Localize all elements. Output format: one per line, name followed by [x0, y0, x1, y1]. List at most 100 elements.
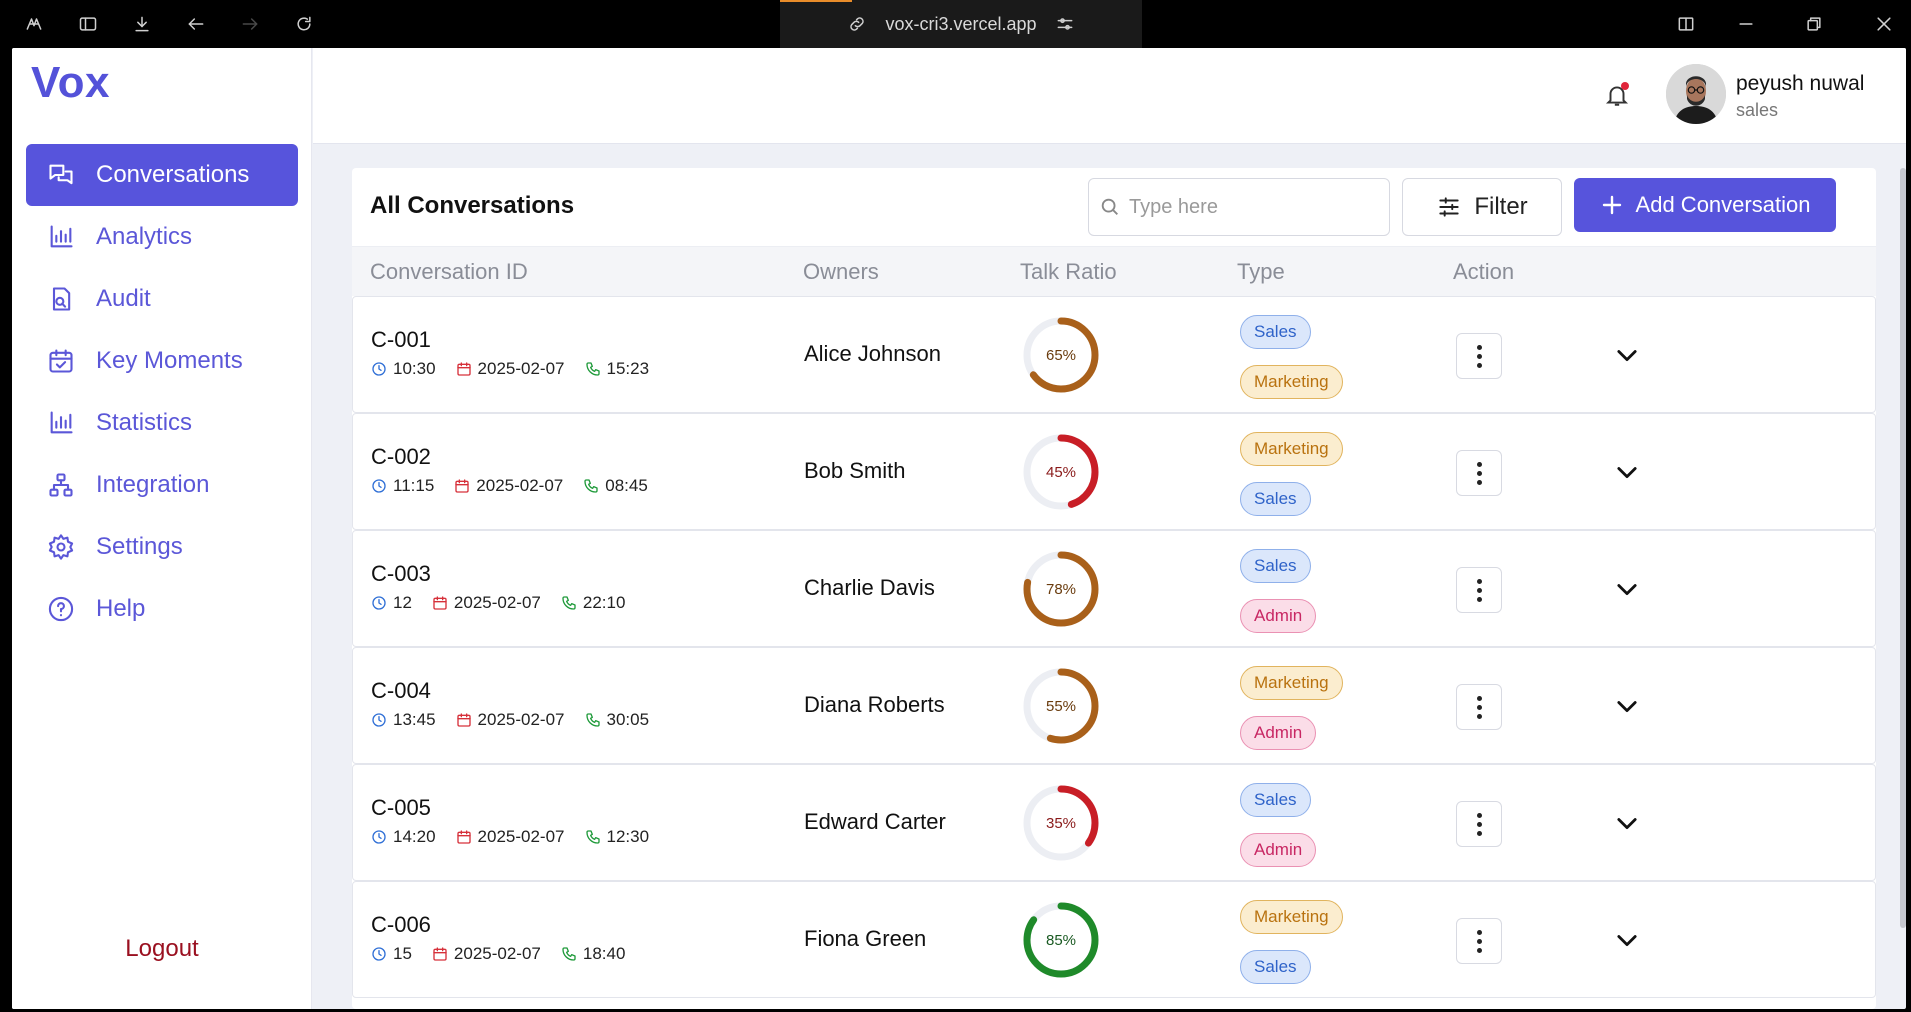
forward-icon[interactable] [238, 12, 262, 36]
filter-button[interactable]: Filter [1402, 178, 1562, 236]
talk-ratio-ring: 78% [1021, 549, 1101, 629]
sidebar-item-statistics[interactable]: Statistics [26, 392, 298, 454]
user-role: sales [1736, 100, 1779, 120]
sidebar-toggle-icon[interactable] [76, 12, 100, 36]
chevron-down-icon [1617, 935, 1637, 947]
search-input[interactable] [1129, 195, 1379, 219]
date-item: 2025-02-07 [454, 476, 563, 496]
column-header-talk-ratio[interactable]: Talk Ratio [1020, 259, 1117, 285]
calendar-icon [456, 830, 471, 844]
expand-row-button[interactable] [1613, 458, 1641, 486]
add-conversation-button[interactable]: Add Conversation [1574, 178, 1836, 232]
restore-icon[interactable] [1802, 12, 1826, 36]
sidebar-item-integration[interactable]: Integration [26, 454, 298, 516]
type-tag-sales: Sales [1240, 549, 1311, 583]
search-box[interactable] [1088, 178, 1390, 236]
conversation-id: C-003 [371, 561, 431, 586]
link-icon [847, 14, 867, 34]
more-vertical-icon [1476, 343, 1482, 370]
sidebar-item-settings[interactable]: Settings [26, 516, 298, 578]
bar-chart-icon [46, 222, 76, 252]
row-menu-button[interactable] [1456, 918, 1502, 964]
column-header-action: Action [1453, 259, 1515, 284]
scrollbar[interactable] [1900, 168, 1906, 928]
table-row[interactable]: C-001 10:30 2025-02-07 15:23 Alice Johns… [352, 296, 1876, 413]
sidebar-item-audit[interactable]: Audit [26, 268, 298, 330]
column-header-owners[interactable]: Owners [803, 259, 879, 285]
talk-ratio-value: 45% [1045, 463, 1077, 481]
sidebar-item-label: Conversations [96, 161, 250, 188]
conversation-meta: 10:30 2025-02-07 15:23 [371, 359, 669, 379]
clock-icon [372, 713, 386, 727]
conversation-date: 2025-02-07 [476, 476, 564, 495]
row-menu-button[interactable] [1456, 684, 1502, 730]
app-logo[interactable]: Vox [31, 58, 110, 108]
type-tags: Sales Admin [1240, 549, 1317, 649]
site-settings-icon[interactable] [1055, 14, 1075, 34]
talk-ratio-value: 78% [1045, 580, 1077, 598]
date-item: 2025-02-07 [456, 827, 565, 847]
row-menu-button[interactable] [1456, 450, 1502, 496]
split-view-icon[interactable] [1674, 12, 1698, 36]
row-menu-button[interactable] [1456, 567, 1502, 613]
clock-icon [372, 596, 386, 610]
conversation-time: 10:30 [393, 359, 436, 378]
table-header: Conversation ID Owners Talk Ratio Type A… [352, 246, 1876, 296]
help-icon [46, 594, 76, 624]
notification-bell-icon[interactable] [1604, 82, 1632, 110]
minimize-icon[interactable] [1734, 12, 1758, 36]
table-row[interactable]: C-003 12 2025-02-07 22:10 Charlie Davis … [352, 530, 1876, 647]
download-icon[interactable] [130, 12, 154, 36]
sidebar-item-label: Settings [96, 533, 183, 560]
more-vertical-icon [1476, 460, 1482, 487]
audit-icon [46, 284, 76, 314]
logout-button[interactable]: Logout [12, 935, 312, 963]
expand-row-button[interactable] [1613, 575, 1641, 603]
phone-icon [584, 479, 598, 493]
network-icon [46, 470, 76, 500]
type-tags: Sales Admin [1240, 783, 1317, 883]
phone-icon [585, 830, 600, 844]
column-header-conversation-id[interactable]: Conversation ID [370, 259, 528, 285]
expand-row-button[interactable] [1613, 809, 1641, 837]
close-window-icon[interactable] [1872, 12, 1896, 36]
talk-ratio-ring: 35% [1021, 783, 1101, 863]
chevron-down-icon [1617, 467, 1637, 479]
talk-ratio-value: 65% [1045, 346, 1077, 364]
table-row[interactable]: C-005 14:20 2025-02-07 12:30 Edward Cart… [352, 764, 1876, 881]
sidebar-item-conversations[interactable]: Conversations [26, 144, 298, 206]
page-title: All Conversations [370, 192, 575, 219]
conversation-time: 15 [393, 944, 412, 963]
conversation-duration: 22:10 [582, 593, 626, 612]
address-bar[interactable]: vox-cri3.vercel.app [780, 0, 1142, 48]
app-window: Vox Conversations Analytics Audit Key Mo… [12, 48, 1906, 1009]
sidebar-item-label: Integration [96, 471, 210, 498]
type-tag-sales: Sales [1240, 783, 1311, 817]
type-tag-admin: Admin [1240, 716, 1317, 750]
avatar[interactable] [1666, 64, 1726, 124]
reload-icon[interactable] [292, 12, 316, 36]
more-vertical-icon [1476, 928, 1482, 955]
more-vertical-icon [1476, 811, 1482, 838]
expand-row-button[interactable] [1613, 341, 1641, 369]
table-row[interactable]: C-002 11:15 2025-02-07 08:45 Bob Smith 4… [352, 413, 1876, 530]
table-row[interactable]: C-006 15 2025-02-07 18:40 Fiona Green 85… [352, 881, 1876, 998]
column-header-type[interactable]: Type [1237, 259, 1285, 285]
chevron-down-icon [1617, 701, 1637, 713]
browser-logo-icon[interactable] [22, 12, 46, 36]
expand-row-button[interactable] [1613, 692, 1641, 720]
search-icon [1101, 198, 1118, 215]
conversation-id: C-006 [371, 912, 431, 937]
sidebar-item-help[interactable]: Help [26, 578, 298, 640]
chat-icon [46, 160, 76, 190]
owner-name: Charlie Davis [804, 575, 935, 600]
owner-name: Diana Roberts [804, 692, 945, 717]
sidebar-item-key-moments[interactable]: Key Moments [26, 330, 298, 392]
row-menu-button[interactable] [1456, 333, 1502, 379]
phone-icon [585, 713, 600, 727]
expand-row-button[interactable] [1613, 926, 1641, 954]
sidebar-item-analytics[interactable]: Analytics [26, 206, 298, 268]
row-menu-button[interactable] [1456, 801, 1502, 847]
table-row[interactable]: C-004 13:45 2025-02-07 30:05 Diana Rober… [352, 647, 1876, 764]
back-icon[interactable] [184, 12, 208, 36]
